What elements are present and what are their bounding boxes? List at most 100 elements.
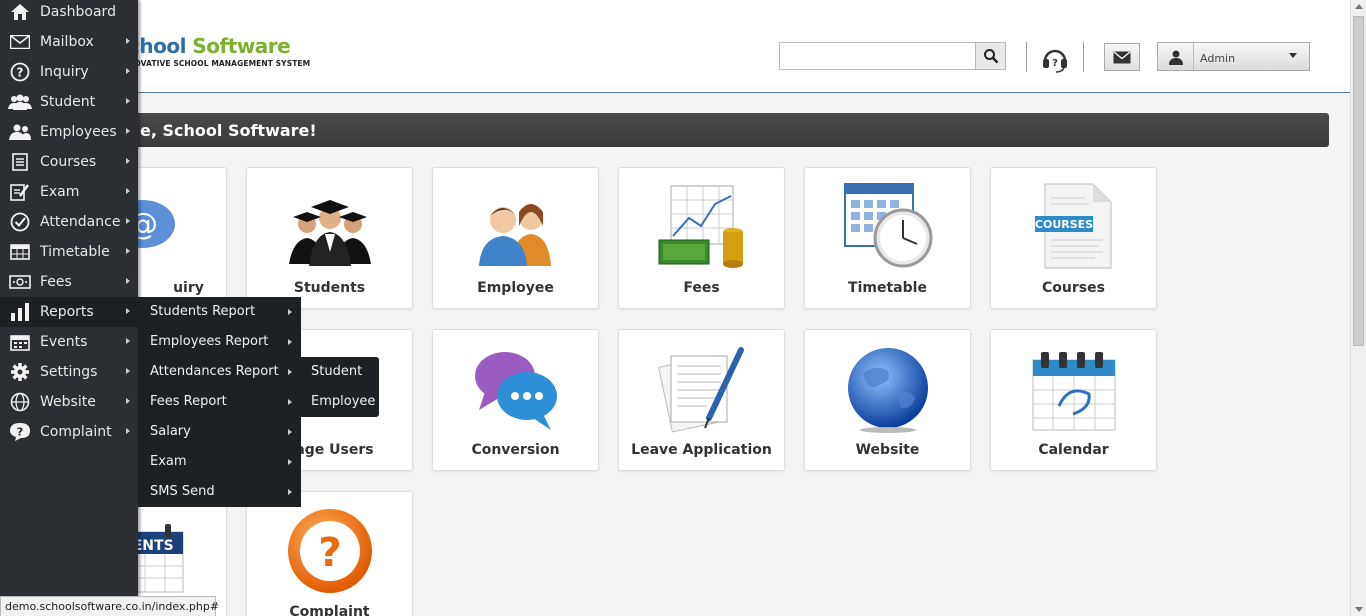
welcome-bar: e, School Software! — [60, 113, 1329, 147]
globe-icon — [10, 392, 30, 412]
sidebar-item-timetable[interactable]: Timetable — [0, 237, 138, 267]
tile-label: Calendar — [1038, 442, 1109, 458]
sidebar-item-label: Attendance — [40, 214, 121, 230]
sidebar-item-website[interactable]: Website — [0, 387, 138, 417]
tile-courses[interactable]: COURSES Courses — [990, 167, 1157, 309]
user-icon — [1168, 50, 1183, 65]
scroll-down-arrow-icon[interactable] — [1355, 607, 1363, 612]
courses-icon: COURSES — [1035, 183, 1112, 269]
sidebar-item-inquiry[interactable]: ? Inquiry — [0, 57, 138, 87]
chevron-right-icon — [288, 339, 292, 345]
sidebar: Dashboard Mailbox ? Inquiry Student Empl… — [0, 0, 138, 596]
search-button[interactable] — [975, 43, 1005, 69]
chevron-right-icon — [288, 489, 292, 495]
scroll-up-arrow-icon[interactable] — [1355, 4, 1363, 9]
sidebar-item-employees[interactable]: Employees — [0, 117, 138, 147]
document-icon — [12, 153, 28, 171]
fees-icon — [658, 185, 743, 268]
tile-label: Students — [293, 280, 366, 296]
sidebar-item-label: Website — [40, 394, 96, 410]
tile-label: Courses — [1042, 280, 1105, 296]
submenu-item-salary[interactable]: Salary — [138, 417, 301, 447]
tile-website[interactable]: Website — [804, 329, 971, 471]
chevron-right-icon — [288, 369, 292, 375]
submenu-item-students-report[interactable]: Students Report — [138, 297, 301, 327]
scroll-thumb[interactable] — [1353, 16, 1364, 346]
globe-icon — [848, 348, 928, 433]
tile-employee[interactable]: Employee — [432, 167, 599, 309]
sidebar-item-dashboard[interactable]: Dashboard — [0, 0, 138, 27]
status-bar-url: demo.schoolsoftware.co.in/index.php# — [0, 596, 219, 616]
divider — [1083, 42, 1084, 72]
sidebar-item-label: Events — [40, 334, 88, 350]
sidebar-item-reports[interactable]: Reports — [0, 297, 138, 327]
sidebar-item-label: Employees — [40, 124, 117, 140]
tile-complaint[interactable]: ? Complaint — [246, 491, 413, 616]
tile-timetable[interactable]: Timetable — [804, 167, 971, 309]
svg-text:?: ? — [318, 530, 341, 576]
table-icon — [10, 244, 30, 260]
sidebar-item-exam[interactable]: Exam — [0, 177, 138, 207]
mail-icon — [10, 35, 30, 49]
vertical-scrollbar[interactable] — [1350, 0, 1366, 616]
submenu-item-attendances-report[interactable]: Attendances Report — [138, 357, 301, 387]
submenu-item-fees-report[interactable]: Fees Report — [138, 387, 301, 417]
submenu-item-exam[interactable]: Exam — [138, 447, 301, 477]
submenu-item-sms-send[interactable]: SMS Send — [138, 477, 301, 507]
sidebar-item-label: Fees — [40, 274, 72, 290]
submenu-item-employee[interactable]: Employee — [301, 387, 379, 417]
chevron-right-icon — [126, 428, 130, 434]
chevron-right-icon — [288, 429, 292, 435]
sidebar-item-label: Dashboard — [40, 4, 116, 20]
welcome-text: e, School Software! — [140, 121, 317, 140]
user-icon-box — [1158, 43, 1194, 70]
mail-button[interactable] — [1104, 43, 1140, 71]
sidebar-item-mailbox[interactable]: Mailbox — [0, 27, 138, 57]
sidebar-item-student[interactable]: Student — [0, 87, 138, 117]
search-box — [779, 42, 1006, 70]
sidebar-item-attendance[interactable]: Attendance — [0, 207, 138, 237]
chevron-right-icon — [288, 399, 292, 405]
sidebar-item-label: Complaint — [40, 424, 112, 440]
complaint-icon: ? — [288, 509, 372, 593]
chevron-right-icon — [126, 128, 130, 134]
logo[interactable]: chool Software NOVATIVE SCHOOL MANAGEMEN… — [128, 34, 310, 68]
user-menu-button[interactable]: Admin — [1157, 42, 1310, 71]
chevron-right-icon — [126, 68, 130, 74]
sidebar-item-fees[interactable]: Fees — [0, 267, 138, 297]
sidebar-item-events[interactable]: Events — [0, 327, 138, 357]
user-name: Admin — [1200, 52, 1236, 65]
logo-tagline: NOVATIVE SCHOOL MANAGEMENT SYSTEM — [128, 59, 311, 68]
tile-fees[interactable]: Fees — [618, 167, 785, 309]
header: chool Software NOVATIVE SCHOOL MANAGEMEN… — [0, 0, 1350, 93]
sidebar-item-label: Exam — [40, 184, 80, 200]
submenu-item-student[interactable]: Student — [301, 357, 379, 387]
submenu-item-employees-report[interactable]: Employees Report — [138, 327, 301, 357]
chevron-right-icon — [126, 248, 130, 254]
support-button[interactable]: ? — [1040, 44, 1070, 74]
caret-down-icon — [1289, 53, 1297, 58]
tile-calendar[interactable]: Calendar — [990, 329, 1157, 471]
sidebar-item-label: Inquiry — [40, 64, 89, 80]
tile-students[interactable]: Students — [246, 167, 413, 309]
tile-conversion[interactable]: Conversion — [432, 329, 599, 471]
employees-icon — [9, 124, 31, 140]
bar-chart-icon — [11, 303, 29, 321]
chevron-right-icon — [126, 98, 130, 104]
check-icon — [10, 212, 30, 232]
money-icon — [9, 275, 31, 289]
search-input[interactable] — [780, 43, 976, 69]
tile-leave-application[interactable]: Leave Application — [618, 329, 785, 471]
chevron-right-icon — [126, 398, 130, 404]
users-icon — [8, 94, 32, 110]
divider — [1026, 42, 1027, 72]
sidebar-item-courses[interactable]: Courses — [0, 147, 138, 177]
edit-icon — [10, 184, 30, 201]
sidebar-item-label: Timetable — [40, 244, 110, 260]
leave-application-icon — [658, 347, 744, 433]
svg-text:COURSES: COURSES — [1035, 218, 1093, 231]
sidebar-item-complaint[interactable]: ? Complaint — [0, 417, 138, 447]
sidebar-item-settings[interactable]: Settings — [0, 357, 138, 387]
svg-text:?: ? — [17, 66, 24, 80]
chevron-right-icon — [126, 338, 130, 344]
